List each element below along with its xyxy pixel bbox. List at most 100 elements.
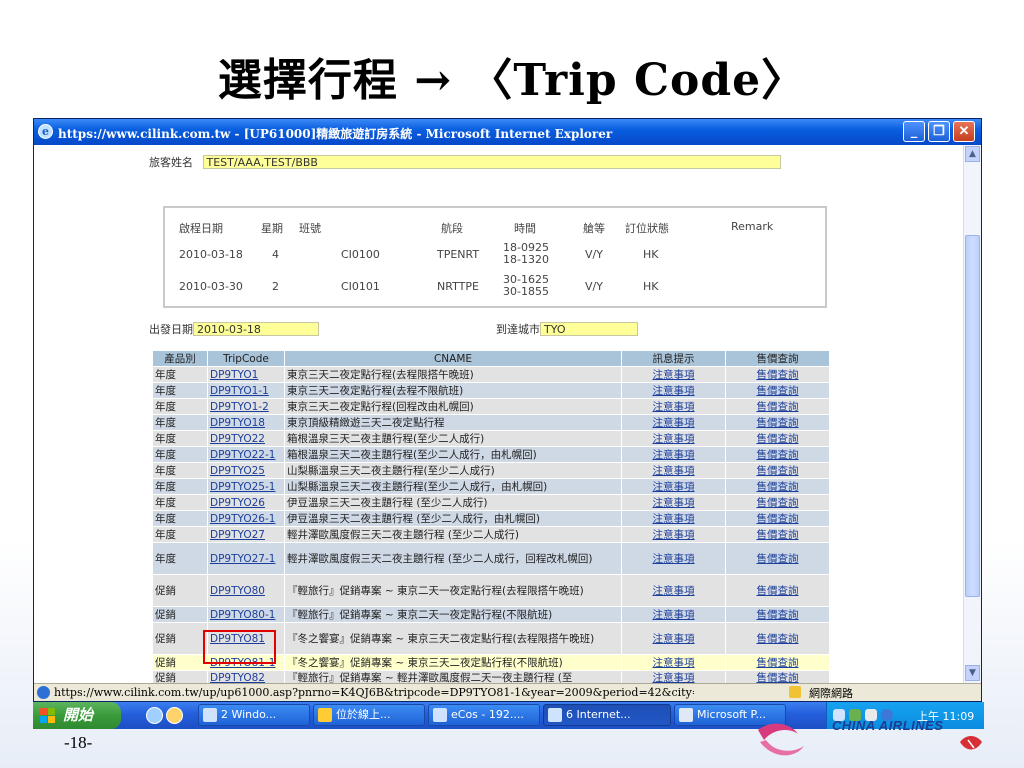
trip-code[interactable]: DP9TYO22-1: [207, 446, 285, 463]
trip-code-link[interactable]: DP9TYO26: [210, 497, 265, 509]
close-button[interactable]: ✕: [953, 121, 975, 142]
trip-price-link[interactable]: 售價查詢: [757, 385, 799, 397]
trip-code[interactable]: DP9TYO80: [207, 574, 285, 607]
trip-price-link[interactable]: 售價查詢: [757, 513, 799, 525]
trip-price-link[interactable]: 售價查詢: [757, 672, 799, 683]
scroll-up-icon[interactable]: ▲: [965, 146, 980, 162]
trip-notice-link[interactable]: 注意事項: [653, 401, 695, 413]
trip-price[interactable]: 售價查詢: [725, 478, 830, 495]
trip-code[interactable]: DP9TYO22: [207, 430, 285, 447]
trip-price[interactable]: 售價查詢: [725, 606, 830, 623]
trip-notice[interactable]: 注意事項: [621, 430, 726, 447]
trip-code[interactable]: DP9TYO82: [207, 670, 285, 683]
minimize-button[interactable]: _: [903, 121, 925, 142]
trip-notice[interactable]: 注意事項: [621, 446, 726, 463]
trip-notice-link[interactable]: 注意事項: [653, 609, 695, 621]
trip-notice-link[interactable]: 注意事項: [653, 465, 695, 477]
trip-code-link[interactable]: DP9TYO1-2: [210, 401, 269, 413]
trip-notice[interactable]: 注意事項: [621, 526, 726, 543]
trip-notice[interactable]: 注意事項: [621, 574, 726, 607]
trip-price[interactable]: 售價查詢: [725, 366, 830, 383]
scroll-down-icon[interactable]: ▼: [965, 665, 980, 681]
trip-price[interactable]: 售價查詢: [725, 574, 830, 607]
trip-price-link[interactable]: 售價查詢: [757, 449, 799, 461]
trip-price-link[interactable]: 售價查詢: [757, 553, 799, 565]
trip-code[interactable]: DP9TYO18: [207, 414, 285, 431]
trip-notice[interactable]: 注意事項: [621, 622, 726, 655]
trip-code[interactable]: DP9TYO1: [207, 366, 285, 383]
trip-notice[interactable]: 注意事項: [621, 654, 726, 671]
trip-notice-link[interactable]: 注意事項: [653, 369, 695, 381]
trip-code-link[interactable]: DP9TYO80-1: [210, 609, 275, 621]
taskbar-item-windows[interactable]: 2 Windo...: [198, 704, 310, 726]
trip-notice[interactable]: 注意事項: [621, 510, 726, 527]
taskbar-item-internet[interactable]: 6 Internet...: [543, 704, 671, 726]
ie-quicklaunch-icon[interactable]: [146, 707, 163, 724]
trip-code[interactable]: DP9TYO1-2: [207, 398, 285, 415]
trip-price-link[interactable]: 售價查詢: [757, 481, 799, 493]
trip-notice[interactable]: 注意事項: [621, 398, 726, 415]
trip-code-link[interactable]: DP9TYO27: [210, 529, 265, 541]
taskbar-item-online[interactable]: 位於線上...: [313, 704, 425, 726]
trip-notice[interactable]: 注意事項: [621, 414, 726, 431]
trip-price[interactable]: 售價查詢: [725, 398, 830, 415]
trip-notice-link[interactable]: 注意事項: [653, 449, 695, 461]
taskbar-item-ecos[interactable]: eCos - 192....: [428, 704, 540, 726]
trip-price-link[interactable]: 售價查詢: [757, 401, 799, 413]
trip-price[interactable]: 售價查詢: [725, 462, 830, 479]
trip-code-link[interactable]: DP9TYO25: [210, 465, 265, 477]
trip-code-link[interactable]: DP9TYO27-1: [210, 553, 275, 565]
trip-price-link[interactable]: 售價查詢: [757, 369, 799, 381]
trip-price[interactable]: 售價查詢: [725, 622, 830, 655]
trip-price-link[interactable]: 售價查詢: [757, 633, 799, 645]
trip-notice-link[interactable]: 注意事項: [653, 529, 695, 541]
trip-notice[interactable]: 注意事項: [621, 670, 726, 683]
trip-notice[interactable]: 注意事項: [621, 542, 726, 575]
trip-notice-link[interactable]: 注意事項: [653, 497, 695, 509]
trip-notice[interactable]: 注意事項: [621, 494, 726, 511]
trip-code[interactable]: DP9TYO25: [207, 462, 285, 479]
trip-code-link[interactable]: DP9TYO1: [210, 369, 258, 381]
trip-notice[interactable]: 注意事項: [621, 478, 726, 495]
trip-price-link[interactable]: 售價查詢: [757, 529, 799, 541]
trip-code-link[interactable]: DP9TYO1-1: [210, 385, 269, 397]
trip-price[interactable]: 售價查詢: [725, 382, 830, 399]
trip-code-link[interactable]: DP9TYO22: [210, 433, 265, 445]
trip-price[interactable]: 售價查詢: [725, 510, 830, 527]
maximize-button[interactable]: ❐: [928, 121, 950, 142]
trip-notice-link[interactable]: 注意事項: [653, 513, 695, 525]
vertical-scrollbar[interactable]: ▲ ▼: [963, 145, 981, 683]
trip-price-link[interactable]: 售價查詢: [757, 609, 799, 621]
trip-code-link[interactable]: DP9TYO26-1: [210, 513, 275, 525]
trip-code-link[interactable]: DP9TYO80: [210, 585, 265, 597]
trip-notice-link[interactable]: 注意事項: [653, 633, 695, 645]
trip-code-link[interactable]: DP9TYO82: [210, 672, 265, 683]
trip-code[interactable]: DP9TYO27: [207, 526, 285, 543]
arrival-city-field[interactable]: TYO: [540, 322, 638, 336]
trip-code[interactable]: DP9TYO27-1: [207, 542, 285, 575]
media-quicklaunch-icon[interactable]: [166, 707, 183, 724]
trip-price[interactable]: 售價查詢: [725, 542, 830, 575]
trip-code[interactable]: DP9TYO1-1: [207, 382, 285, 399]
trip-price-link[interactable]: 售價查詢: [757, 417, 799, 429]
trip-price[interactable]: 售價查詢: [725, 654, 830, 671]
trip-notice[interactable]: 注意事項: [621, 606, 726, 623]
trip-notice-link[interactable]: 注意事項: [653, 585, 695, 597]
trip-code[interactable]: DP9TYO26-1: [207, 510, 285, 527]
trip-price-link[interactable]: 售價查詢: [757, 585, 799, 597]
trip-notice-link[interactable]: 注意事項: [653, 553, 695, 565]
trip-code[interactable]: DP9TYO80-1: [207, 606, 285, 623]
trip-price[interactable]: 售價查詢: [725, 414, 830, 431]
trip-price[interactable]: 售價查詢: [725, 430, 830, 447]
trip-code-link[interactable]: DP9TYO22-1: [210, 449, 275, 461]
trip-price[interactable]: 售價查詢: [725, 446, 830, 463]
trip-notice-link[interactable]: 注意事項: [653, 672, 695, 683]
trip-code[interactable]: DP9TYO26: [207, 494, 285, 511]
passenger-name-field[interactable]: TEST/AAA,TEST/BBB: [202, 155, 781, 169]
trip-price-link[interactable]: 售價查詢: [757, 497, 799, 509]
trip-price[interactable]: 售價查詢: [725, 494, 830, 511]
trip-code[interactable]: DP9TYO25-1: [207, 478, 285, 495]
trip-notice[interactable]: 注意事項: [621, 366, 726, 383]
trip-code-link[interactable]: DP9TYO18: [210, 417, 265, 429]
trip-price[interactable]: 售價查詢: [725, 670, 830, 683]
